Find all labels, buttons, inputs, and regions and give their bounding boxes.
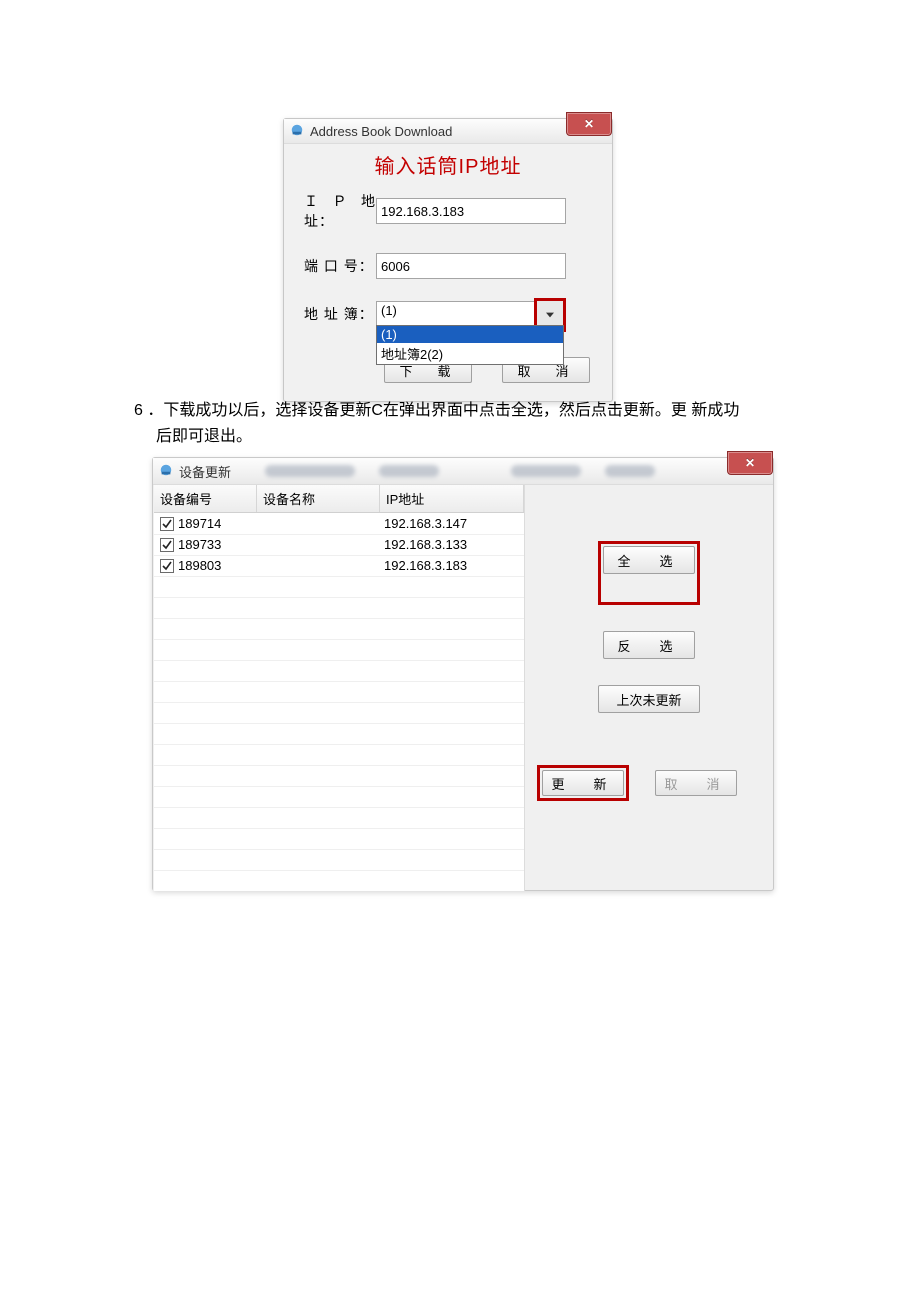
select-all-button[interactable]: 全 选 [603,546,695,574]
row-checkbox[interactable] [160,559,174,573]
list-header: 设备编号 设备名称 IP地址 [154,485,524,513]
row-checkbox[interactable] [160,517,174,531]
addressbook-value: (1) [376,301,546,327]
dialog-titlebar: 设备更新 ✕ [153,458,773,485]
dialog-title: Address Book Download [310,124,452,139]
close-button[interactable]: ✕ [727,451,773,475]
port-input[interactable] [376,253,566,279]
row-id: 189803 [178,558,221,573]
table-row[interactable]: 189733 192.168.3.133 [154,534,524,555]
addressbook-label: 地 址 簿： [304,304,376,324]
dialog-body: 输入话筒IP地址 ＩＰ地址： 端 口 号： 地 址 簿： (1) (1) [284,144,612,401]
col-header-id[interactable]: 设备编号 [154,485,257,512]
not-updated-button[interactable]: 上次未更新 [598,685,700,713]
row-ip: 192.168.3.147 [378,516,524,531]
ip-input[interactable] [376,198,566,224]
ip-label: ＩＰ地址： [304,191,376,231]
update-button[interactable]: 更 新 [542,770,624,796]
dropdown-item-2[interactable]: 地址簿2(2) [377,343,563,364]
row-checkbox[interactable] [160,538,174,552]
close-button[interactable]: ✕ [566,112,612,136]
row-id: 189714 [178,516,221,531]
step-text-line2: 后即可退出。 [156,428,252,445]
cancel-button[interactable]: 取 消 [655,770,737,796]
address-book-download-dialog: Address Book Download ✕ 输入话筒IP地址 ＩＰ地址： 端… [283,118,613,402]
dialog-header-text: 输入话筒IP地址 [304,150,592,179]
row-ip: 192.168.3.133 [378,537,524,552]
invert-selection-button[interactable]: 反 选 [603,631,695,659]
update-highlight: 更 新 [537,765,629,801]
dialog-titlebar: Address Book Download ✕ [284,119,612,144]
list-rows: 189714192.168.3.147189733192.168.3.13318… [154,513,524,891]
close-icon: ✕ [745,456,755,470]
blurred-titlebar-area [253,458,713,484]
device-update-dialog: 设备更新 ✕ 设备编号 设备名称 IP地址 189 [152,457,774,891]
side-button-pane: 全 选 反 选 上次未更新 更 新 取 消 [525,485,773,891]
close-icon: ✕ [584,117,594,131]
port-label: 端 口 号： [304,256,376,276]
addressbook-dropdown: (1) 地址簿2(2) [376,325,564,365]
col-header-ip[interactable]: IP地址 [380,485,524,512]
select-all-highlight: 全 选 [598,541,700,605]
row-id: 189733 [178,537,221,552]
app-icon [159,463,179,480]
chevron-down-icon [546,312,554,318]
row-ip: 192.168.3.183 [378,558,524,573]
addressbook-select[interactable]: (1) (1) 地址簿2(2) [376,301,562,327]
app-icon [290,123,310,140]
device-list-pane: 设备编号 设备名称 IP地址 189714 192.168.3.147 189733… [153,485,525,891]
table-row[interactable]: 189803 192.168.3.183 [154,555,524,576]
table-row[interactable]: 189714 192.168.3.147 [154,513,524,534]
instruction-step-6: 6 ．下载成功以后，选择设备更新C在弹出界面中点击全选，然后点击更新。更 新成功… [134,398,774,449]
dialog-title: 设备更新 [179,462,231,481]
dropdown-item-1[interactable]: (1) [377,326,563,343]
step-text-line1: ．下载成功以后，选择设备更新C在弹出界面中点击全选，然后点击更新。更 新成功 [147,402,739,419]
step-number: 6 [134,402,143,419]
col-header-name[interactable]: 设备名称 [257,485,380,512]
